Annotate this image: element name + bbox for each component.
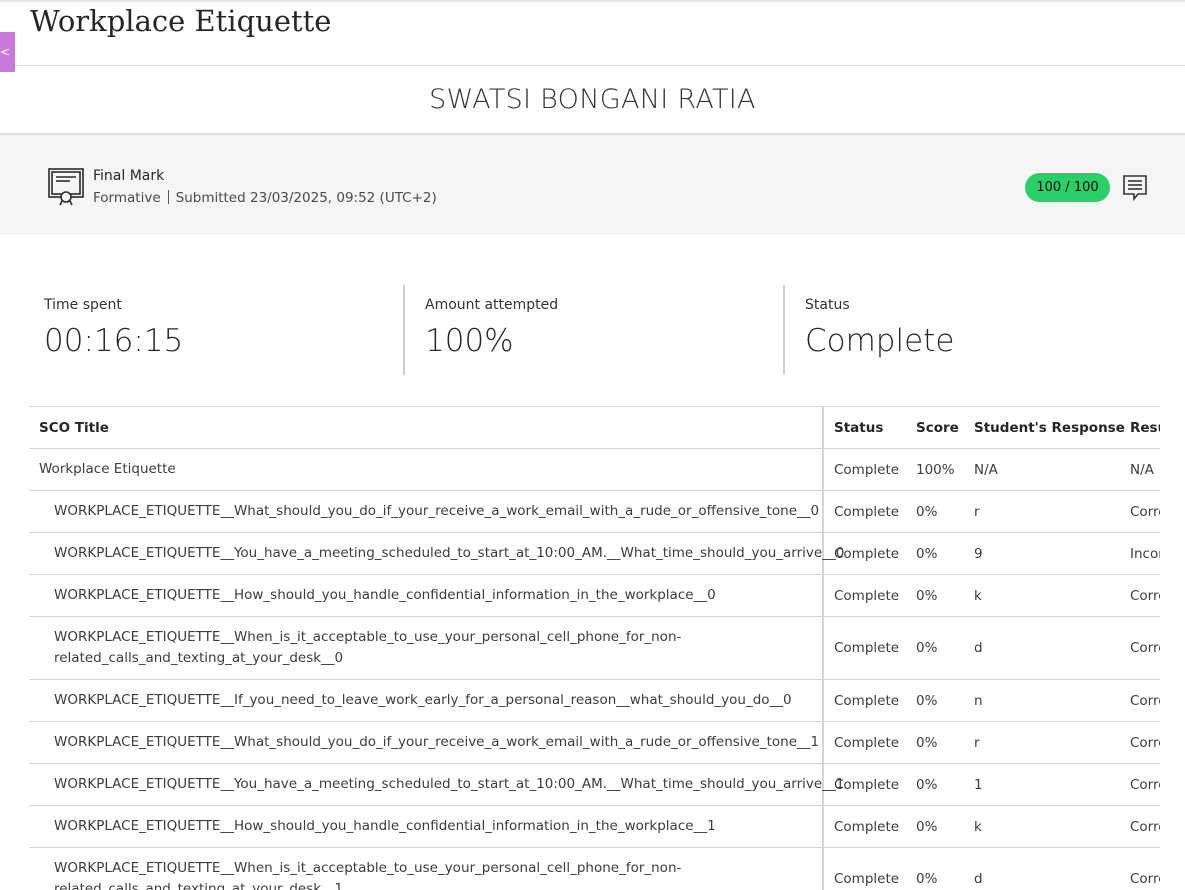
table-row: WORKPLACE_ETIQUETTE__What_should_you_do_… [29,721,1160,764]
column-header-sco-title[interactable]: SCO Title [29,406,824,449]
stat-value: 100% [425,323,514,359]
sco-response: k [964,805,1120,848]
sco-score: 0% [906,805,964,848]
sco-title: WORKPLACE_ETIQUETTE__You_have_a_meeting_… [29,763,844,806]
table-row: Workplace Etiquette Complete 100% N/A N/… [29,448,1160,491]
side-panel-toggle[interactable]: < [0,32,15,72]
sco-title: WORKPLACE_ETIQUETTE__If_you_need_to_leav… [29,679,824,722]
sco-response: d [964,616,1120,680]
student-name: SWATSI BONGANI RATIA [429,84,756,115]
course-title: Workplace Etiquette [30,4,332,38]
table-header-row: SCO Title Status Score Student's Respons… [29,406,1160,449]
sco-score: 0% [906,532,964,575]
column-header-score[interactable]: Score [906,406,964,449]
sco-response: r [964,721,1120,764]
sco-score: 0% [906,847,964,890]
sco-score: 0% [906,490,964,533]
sco-response: 9 [964,532,1120,575]
sco-result: Correct [1120,805,1160,848]
sco-title: WORKPLACE_ETIQUETTE__How_should_you_hand… [29,574,824,617]
sco-status: Complete [823,805,906,848]
sco-score: 0% [906,763,964,806]
sco-response: n [964,679,1120,722]
table-row: WORKPLACE_ETIQUETTE__When_is_it_acceptab… [29,616,1160,680]
sco-status: Complete [823,847,906,890]
column-header-result[interactable]: Result [1120,406,1160,449]
sco-results-table-container[interactable]: SCO Title Status Score Student's Respons… [29,406,1160,890]
sco-title: WORKPLACE_ETIQUETTE__What_should_you_do_… [29,490,824,533]
sco-result: Correct [1120,679,1160,722]
sco-score: 0% [906,679,964,722]
stat-time-spent: Time spent 00:16:15 [44,285,394,375]
sco-title: Workplace Etiquette [29,448,824,491]
column-header-response[interactable]: Student's Response [964,406,1125,449]
sco-score: 0% [906,721,964,764]
submitted-date: Submitted 23/03/2025, 09:52 (UTC+2) [175,190,437,206]
sco-status: Complete [823,763,906,806]
sco-title: WORKPLACE_ETIQUETTE__You_have_a_meeting_… [29,532,844,575]
assessment-icon [48,168,84,206]
separator [167,190,169,204]
stat-status: Status Complete [805,285,1155,375]
stat-amount-attempted: Amount attempted 100% [425,285,775,375]
stat-value: Complete [805,323,955,359]
sco-response: k [964,574,1120,617]
stat-label: Amount attempted [425,297,559,313]
sco-response: d [964,847,1120,890]
table-row: WORKPLACE_ETIQUETTE__How_should_you_hand… [29,805,1160,848]
table-row: WORKPLACE_ETIQUETTE__You_have_a_meeting_… [29,532,1160,575]
sco-result: N/A [1120,448,1160,491]
sco-title: WORKPLACE_ETIQUETTE__How_should_you_hand… [29,805,824,848]
sco-status: Complete [823,679,906,722]
sco-response: 1 [964,763,1120,806]
sco-status: Complete [823,448,906,491]
sco-response: N/A [964,448,1120,491]
table-row: WORKPLACE_ETIQUETTE__What_should_you_do_… [29,490,1160,533]
table-row: WORKPLACE_ETIQUETTE__When_is_it_acceptab… [29,847,1160,890]
sco-response: r [964,490,1120,533]
assessment-type: Formative [93,190,161,206]
sco-score: 100% [906,448,964,491]
final-mark-panel [0,135,1185,235]
stat-label: Time spent [44,297,122,313]
sco-result: Incorrect [1120,532,1160,575]
sco-status: Complete [823,721,906,764]
sco-status: Complete [823,616,906,680]
sco-result: Correct [1120,490,1160,533]
final-score-badge[interactable]: 100 / 100 [1025,173,1110,202]
attempt-summary: Time spent 00:16:15 Amount attempted 100… [0,285,1185,375]
column-header-status[interactable]: Status [823,406,906,449]
sco-result: Correct [1120,721,1160,764]
sco-title: WORKPLACE_ETIQUETTE__When_is_it_acceptab… [29,847,824,890]
sco-result: Correct [1120,574,1160,617]
stat-divider [783,285,785,375]
table-row: WORKPLACE_ETIQUETTE__If_you_need_to_leav… [29,679,1160,722]
top-border [0,0,1185,2]
sco-status: Complete [823,532,906,575]
sco-result: Correct [1120,616,1160,680]
sco-result: Correct [1120,847,1160,890]
table-row: WORKPLACE_ETIQUETTE__You_have_a_meeting_… [29,763,1160,806]
sco-score: 0% [906,574,964,617]
sco-title: WORKPLACE_ETIQUETTE__What_should_you_do_… [29,721,824,764]
sco-results-table: SCO Title Status Score Student's Respons… [29,406,1160,890]
final-mark-label: Final Mark [93,168,165,184]
sco-status: Complete [823,490,906,533]
feedback-icon[interactable] [1122,174,1148,202]
table-row: WORKPLACE_ETIQUETTE__How_should_you_hand… [29,574,1160,617]
stat-value: 00:16:15 [44,323,184,359]
stat-divider [403,285,405,375]
header-divider [15,65,1185,66]
final-mark-details: Formative Submitted 23/03/2025, 09:52 (UT… [93,190,437,206]
stat-label: Status [805,297,850,313]
sco-status: Complete [823,574,906,617]
sco-score: 0% [906,616,964,680]
sco-result: Correct [1120,763,1160,806]
sco-title: WORKPLACE_ETIQUETTE__When_is_it_acceptab… [29,616,824,680]
